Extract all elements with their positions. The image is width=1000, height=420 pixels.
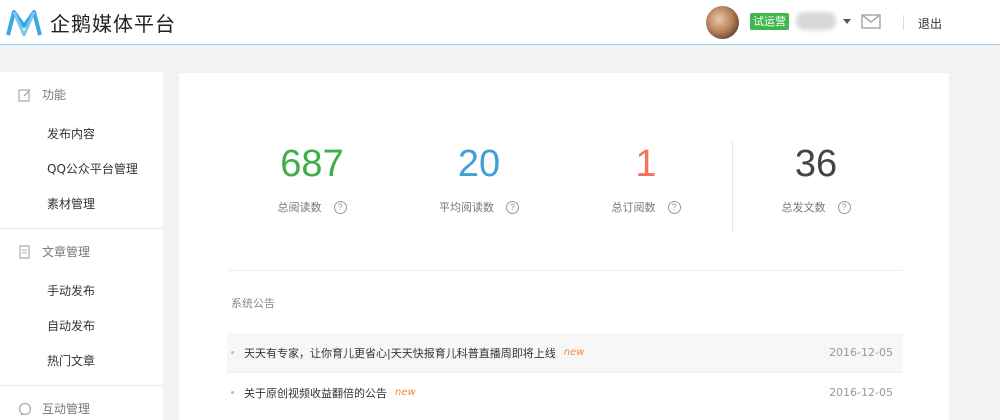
- avatar[interactable]: [706, 6, 739, 39]
- nav-group-label: 功能: [42, 88, 67, 102]
- help-icon[interactable]: ?: [837, 200, 851, 214]
- sidebar-item-hot-articles[interactable]: 热门文章: [0, 344, 163, 379]
- penguin-media-logo-icon: [6, 9, 42, 36]
- header-divider: [903, 15, 904, 30]
- new-badge: new: [395, 387, 416, 398]
- section-divider: [227, 270, 903, 271]
- notice-item[interactable]: 天天有专家，让你育儿更省心|天天快报育儿科普直播周即将上线 new 2016-1…: [227, 333, 903, 372]
- nav-group-articles: 文章管理 手动发布 自动发布 热门文章: [0, 229, 163, 386]
- trial-status-badge: 试运营: [750, 13, 789, 30]
- help-icon[interactable]: ?: [506, 200, 519, 214]
- edit-icon: [18, 88, 31, 102]
- top-header: 企鹅媒体平台 试运营 退出: [0, 0, 1000, 45]
- stat-total-reads: 687 总阅读数 ?: [227, 141, 397, 215]
- help-icon[interactable]: ?: [333, 200, 347, 214]
- stats-divider: [732, 141, 733, 233]
- document-icon: [19, 244, 30, 259]
- sidebar-item-auto-publish[interactable]: 自动发布: [0, 309, 163, 344]
- stat-value: 1: [635, 143, 657, 185]
- notice-text: 天天有专家，让你育儿更省心|天天快报育儿科普直播周即将上线: [244, 346, 556, 360]
- stat-label-row: 总订阅数 ?: [561, 199, 731, 215]
- nav-group-label: 互动管理: [42, 402, 91, 416]
- brand-logo[interactable]: 企鹅媒体平台: [6, 8, 176, 37]
- new-badge: new: [563, 347, 585, 358]
- help-icon[interactable]: ?: [667, 200, 681, 214]
- nav-group-label: 文章管理: [42, 245, 91, 259]
- stat-label: 总阅读数: [277, 201, 322, 214]
- main-panel: 687 总阅读数 ? 20 平均阅读数 ? 1 总订阅数 ? 36 总发文数 ?…: [179, 73, 949, 420]
- stats-row: 687 总阅读数 ? 20 平均阅读数 ? 1 总订阅数 ? 36 总发文数 ?: [227, 141, 903, 241]
- stat-average-reads: 20 平均阅读数 ?: [394, 141, 564, 215]
- chevron-down-icon[interactable]: [843, 19, 851, 24]
- sidebar-item-materials[interactable]: 素材管理: [0, 187, 163, 222]
- notice-text: 关于原创视频收益翻倍的公告: [244, 386, 387, 400]
- sidebar-item-publish[interactable]: 发布内容: [0, 117, 163, 152]
- notice-item[interactable]: 关于原创视频收益翻倍的公告 new 2016-12-05: [227, 373, 903, 412]
- sidebar: 功能 发布内容 QQ公众平台管理 素材管理 文章管理 手动发布 自动发布 热门文…: [0, 72, 163, 420]
- nav-group-title: 文章管理: [0, 229, 163, 274]
- stat-value: 20: [457, 143, 501, 185]
- stat-value: 36: [794, 143, 838, 185]
- nav-group-interaction: 互动管理: [0, 386, 163, 420]
- sidebar-item-qq-platform[interactable]: QQ公众平台管理: [0, 152, 163, 187]
- bullet-dot: [231, 351, 234, 354]
- stat-label: 总发文数: [781, 201, 826, 214]
- stat-label: 总订阅数: [611, 201, 656, 214]
- bullet-dot: [231, 391, 234, 394]
- stat-total-articles: 36 总发文数 ?: [731, 141, 901, 215]
- nav-group-title[interactable]: 互动管理: [0, 386, 163, 420]
- nav-group-functions: 功能 发布内容 QQ公众平台管理 素材管理: [0, 72, 163, 229]
- stat-label-row: 总阅读数 ?: [227, 199, 397, 215]
- stat-total-subscriptions: 1 总订阅数 ?: [561, 141, 731, 215]
- stat-label: 平均阅读数: [439, 201, 494, 214]
- notice-date: 2016-12-05: [829, 346, 893, 359]
- notice-date: 2016-12-05: [829, 386, 893, 399]
- brand-name: 企鹅媒体平台: [50, 12, 176, 36]
- mail-icon[interactable]: [861, 14, 881, 29]
- sidebar-item-manual-publish[interactable]: 手动发布: [0, 274, 163, 309]
- stat-label-row: 平均阅读数 ?: [394, 199, 564, 215]
- nav-group-title: 功能: [0, 72, 163, 117]
- username-blurred: [796, 12, 836, 30]
- chat-icon: [18, 402, 32, 415]
- logout-link[interactable]: 退出: [918, 15, 942, 32]
- stat-label-row: 总发文数 ?: [731, 199, 901, 215]
- stat-value: 687: [280, 143, 344, 185]
- notice-section-title: 系统公告: [231, 297, 275, 310]
